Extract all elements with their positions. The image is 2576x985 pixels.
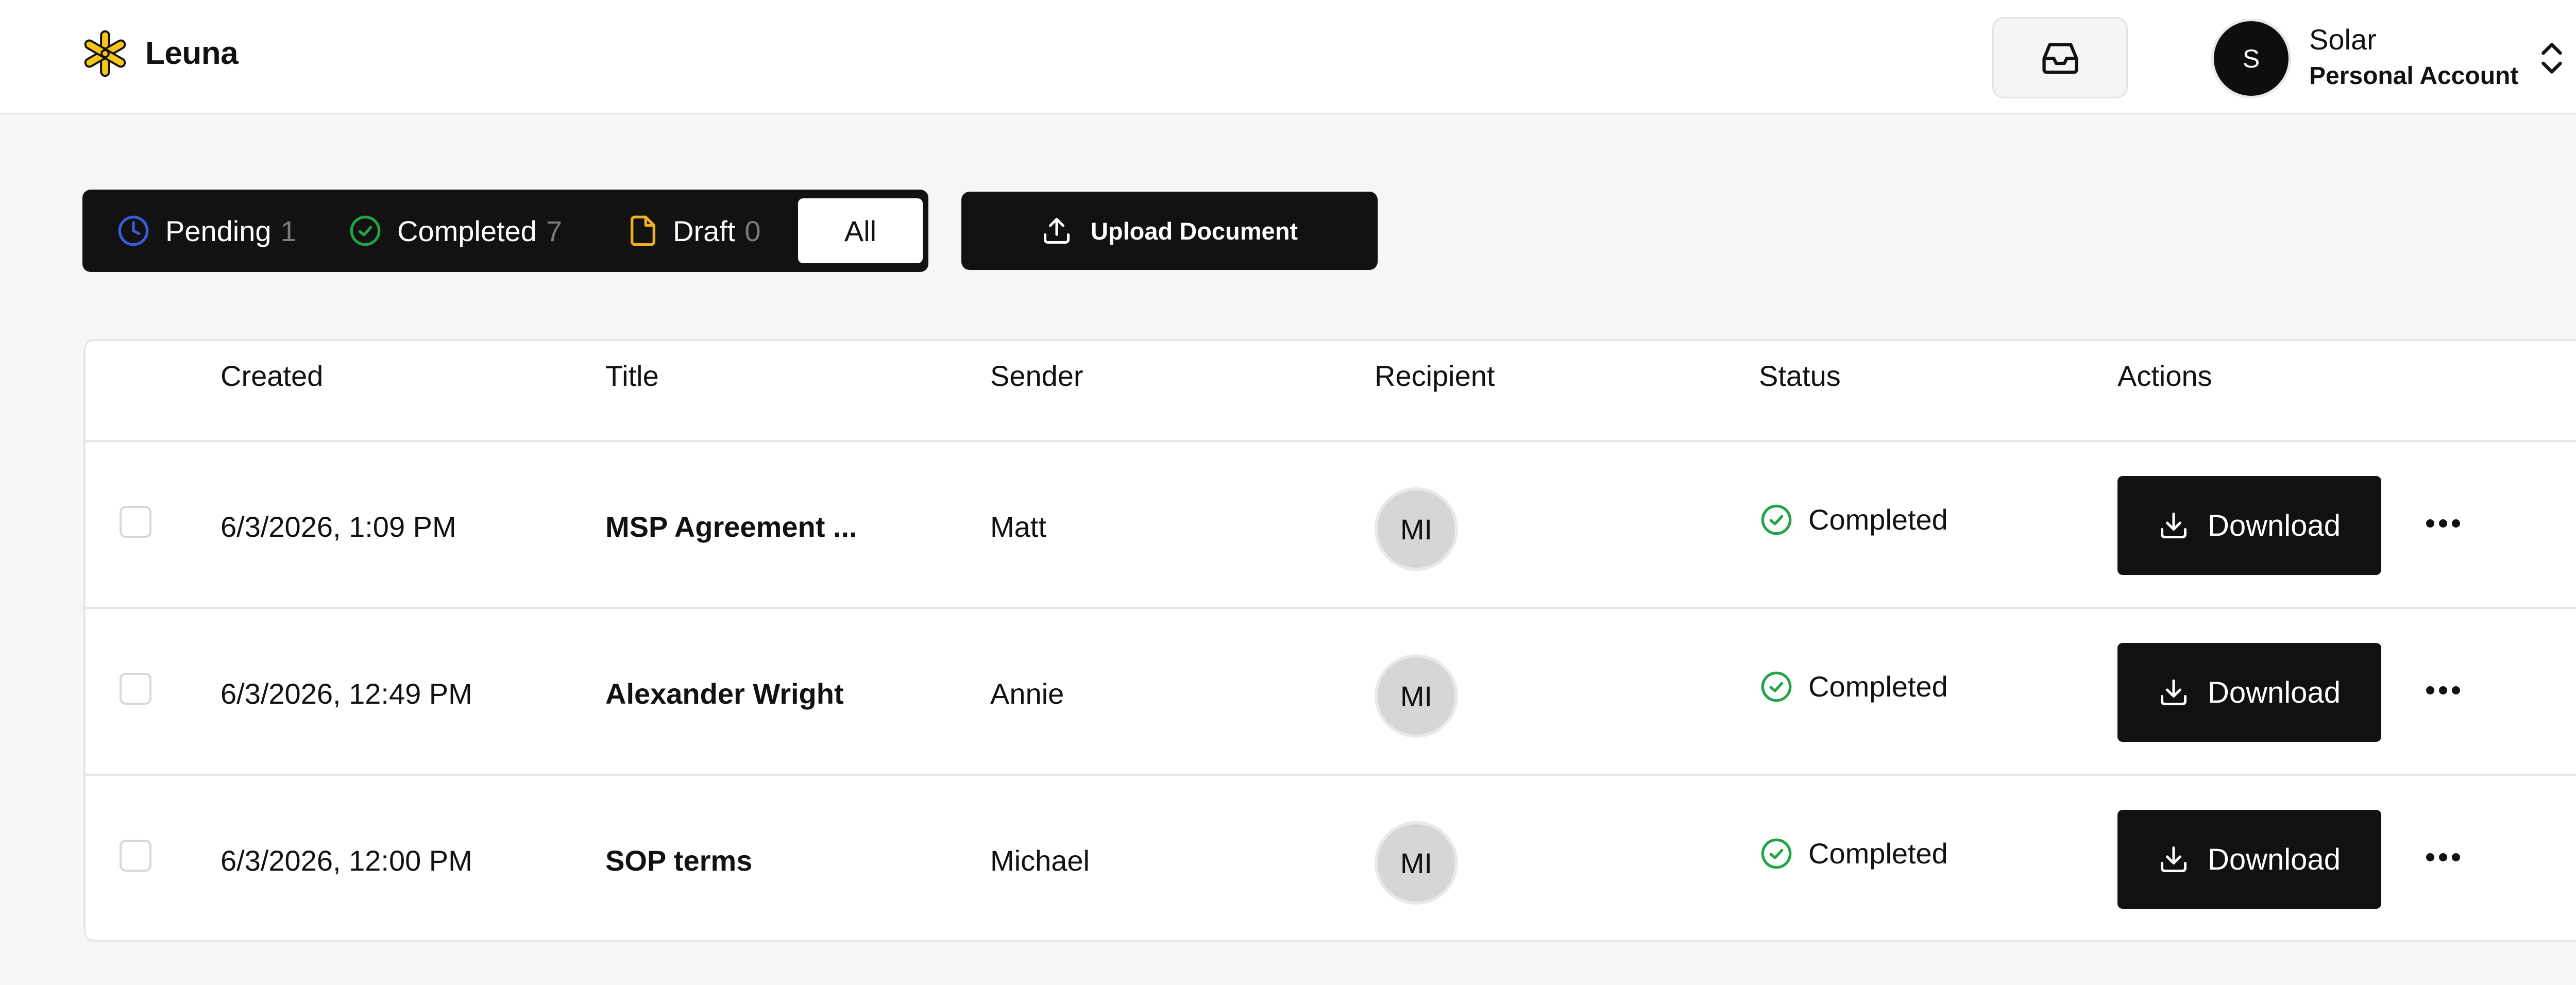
header-sender[interactable]: Sender — [990, 341, 1083, 442]
account-name[interactable]: Solar — [2309, 23, 2377, 56]
header-status[interactable]: Status — [1759, 341, 1841, 442]
filter-pending-count: 1 — [280, 214, 297, 247]
recipient-avatar[interactable]: MI — [1375, 654, 1458, 738]
recipient-avatar[interactable]: MI — [1375, 821, 1458, 905]
row-checkbox[interactable] — [120, 506, 151, 538]
table-row[interactable]: 6/3/2026, 12:49 PM Alexander Wright Anni… — [86, 609, 2576, 776]
table-row[interactable]: 6/3/2026, 1:09 PM MSP Agreement ... Matt… — [86, 442, 2576, 609]
download-icon — [2161, 513, 2187, 538]
filter-draft-count: 0 — [744, 214, 761, 247]
filter-pending[interactable]: Pending 1 — [117, 190, 297, 272]
more-horizontal-icon — [2426, 853, 2460, 861]
created-cell: 6/3/2026, 12:49 PM — [221, 677, 472, 710]
check-circle-icon — [1761, 838, 1792, 869]
title-cell[interactable]: MSP Agreement ... — [605, 510, 857, 544]
download-button[interactable]: Download — [2117, 810, 2381, 909]
check-circle-icon — [1761, 504, 1792, 535]
more-horizontal-icon — [2426, 519, 2460, 528]
filter-completed-label: Completed — [397, 214, 537, 247]
filter-draft[interactable]: Draft 0 — [629, 190, 761, 272]
account-type[interactable]: Personal Account — [2309, 62, 2518, 90]
header-title[interactable]: Title — [605, 341, 659, 442]
inbox-icon — [2042, 43, 2078, 74]
top-header: Leuna S Solar Personal Account — [0, 0, 2576, 114]
status-label: Completed — [1808, 837, 1948, 870]
header-created[interactable]: Created — [221, 341, 323, 442]
sender-cell: Annie — [990, 677, 1064, 710]
leuna-logo-icon[interactable] — [80, 28, 130, 79]
status-label: Completed — [1808, 670, 1948, 703]
check-circle-icon — [350, 215, 381, 246]
status-filter-bar: Pending 1 Completed 7 Draft 0 All — [82, 190, 928, 272]
download-label: Download — [2208, 842, 2341, 876]
more-options-button[interactable] — [2417, 831, 2469, 883]
created-cell: 6/3/2026, 12:00 PM — [221, 844, 472, 877]
download-label: Download — [2208, 675, 2341, 709]
status-badge: Completed — [1760, 670, 1948, 703]
title-cell[interactable]: Alexander Wright — [605, 677, 844, 710]
check-circle-icon — [1761, 671, 1792, 702]
brand-name[interactable]: Leuna — [145, 35, 239, 72]
documents-table: Created Title Sender Recipient Status Ac… — [83, 339, 2576, 942]
filter-draft-label: Draft — [673, 214, 736, 247]
header-actions: Actions — [2117, 360, 2212, 392]
header-recipient[interactable]: Recipient — [1375, 341, 1495, 442]
filter-pending-label: Pending — [165, 214, 272, 247]
row-checkbox[interactable] — [120, 840, 151, 872]
upload-document-button[interactable]: Upload Document — [961, 192, 1378, 270]
inbox-button[interactable] — [1992, 17, 2128, 98]
created-cell: 6/3/2026, 1:09 PM — [221, 511, 456, 543]
download-button[interactable]: Download — [2117, 476, 2381, 575]
row-checkbox[interactable] — [120, 673, 151, 705]
clock-icon — [118, 215, 149, 246]
chevron-up-down-icon[interactable] — [2539, 41, 2565, 75]
sender-cell: Matt — [990, 511, 1046, 543]
file-icon — [630, 215, 655, 246]
more-options-button[interactable] — [2417, 498, 2469, 549]
more-options-button[interactable] — [2417, 665, 2469, 716]
more-horizontal-icon — [2426, 686, 2460, 694]
title-cell[interactable]: SOP terms — [605, 844, 752, 877]
filter-completed-count: 7 — [546, 214, 562, 247]
status-badge: Completed — [1760, 837, 1948, 870]
download-icon — [2161, 846, 2187, 872]
status-badge: Completed — [1760, 503, 1948, 536]
account-avatar[interactable]: S — [2211, 19, 2291, 98]
download-button[interactable]: Download — [2117, 643, 2381, 742]
upload-icon — [1043, 218, 1070, 244]
upload-document-label: Upload Document — [1090, 217, 1298, 245]
download-icon — [2161, 680, 2187, 705]
table-header: Created Title Sender Recipient Status Ac… — [86, 341, 2576, 442]
filter-completed[interactable]: Completed 7 — [349, 190, 562, 272]
status-label: Completed — [1808, 503, 1948, 536]
filter-all[interactable]: All — [798, 198, 923, 263]
recipient-avatar[interactable]: MI — [1375, 487, 1458, 571]
table-row[interactable]: 6/3/2026, 12:00 PM SOP terms Michael MI … — [86, 776, 2576, 940]
sender-cell: Michael — [990, 844, 1090, 877]
download-label: Download — [2208, 508, 2341, 542]
